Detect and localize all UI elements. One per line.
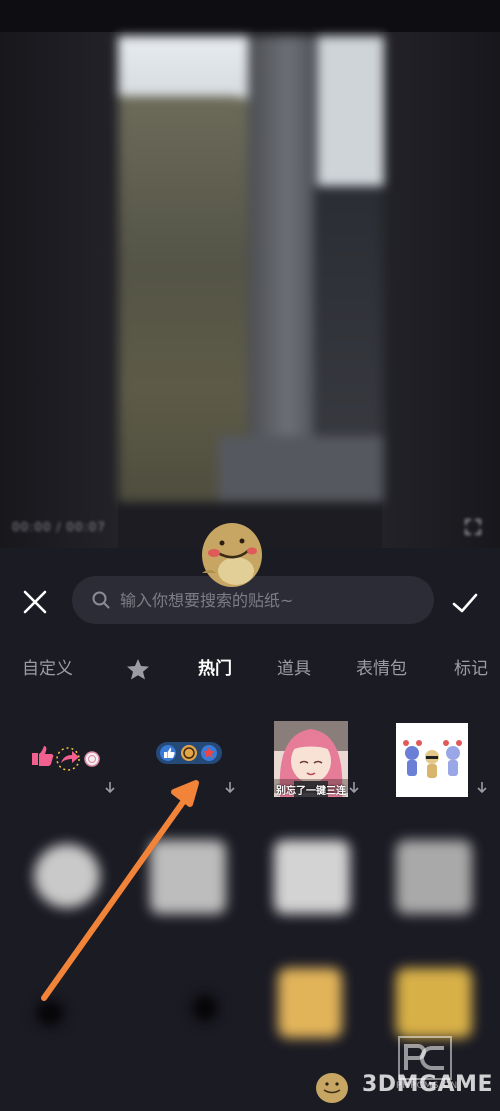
search-icon: [92, 591, 110, 609]
star-icon[interactable]: [126, 658, 150, 680]
download-icon[interactable]: [348, 781, 360, 795]
playback-time: 00:00 / 00:07: [12, 520, 106, 534]
cheering-cats-sticker[interactable]: [396, 713, 488, 805]
sticker-thumbnail[interactable]: [274, 840, 350, 914]
sticker-caption: 别忘了一键三连: [276, 786, 346, 797]
sticker-thumbnail[interactable]: [278, 968, 342, 1038]
sticker-thumbnail[interactable]: [36, 1000, 64, 1026]
sticker-panel: 自定义 热门 道具 表情包 标记: [0, 548, 500, 1111]
anime-girl-sticker[interactable]: 别忘了一键三连: [274, 713, 366, 805]
tab-hot[interactable]: 热门: [198, 652, 232, 686]
video-frame[interactable]: [118, 36, 384, 502]
tab-emoji[interactable]: 表情包: [356, 652, 407, 686]
download-icon[interactable]: [224, 781, 236, 795]
check-icon[interactable]: [450, 588, 480, 618]
category-tabs: 自定义 热门 道具 表情包 标记: [0, 652, 500, 686]
sticker-thumbnail[interactable]: [150, 840, 226, 914]
mascot-sticker: [202, 523, 262, 587]
status-bar-area: [0, 0, 500, 32]
sticker-thumbnail[interactable]: [396, 840, 472, 914]
search-input[interactable]: [120, 590, 420, 610]
download-icon[interactable]: [476, 781, 488, 795]
sticker-thumbnail[interactable]: [396, 968, 472, 1038]
like-share-stamp-sticker[interactable]: [20, 713, 115, 805]
video-preview: 00:00 / 00:07: [0, 0, 500, 548]
close-icon[interactable]: [20, 587, 50, 617]
fullscreen-icon[interactable]: [464, 518, 482, 536]
preview-left-margin: [0, 32, 118, 548]
sticker-thumbnail[interactable]: [192, 994, 218, 1022]
tab-markers[interactable]: 标记: [454, 652, 488, 686]
preview-right-margin: [382, 32, 500, 548]
download-icon[interactable]: [104, 781, 116, 795]
sticker-thumbnail[interactable]: [34, 844, 100, 908]
tab-custom[interactable]: 自定义: [22, 652, 73, 686]
like-coin-favorite-sticker[interactable]: [140, 713, 235, 805]
tab-props[interactable]: 道具: [277, 652, 311, 686]
watermark-brand: 3DMGAME: [362, 1072, 493, 1097]
